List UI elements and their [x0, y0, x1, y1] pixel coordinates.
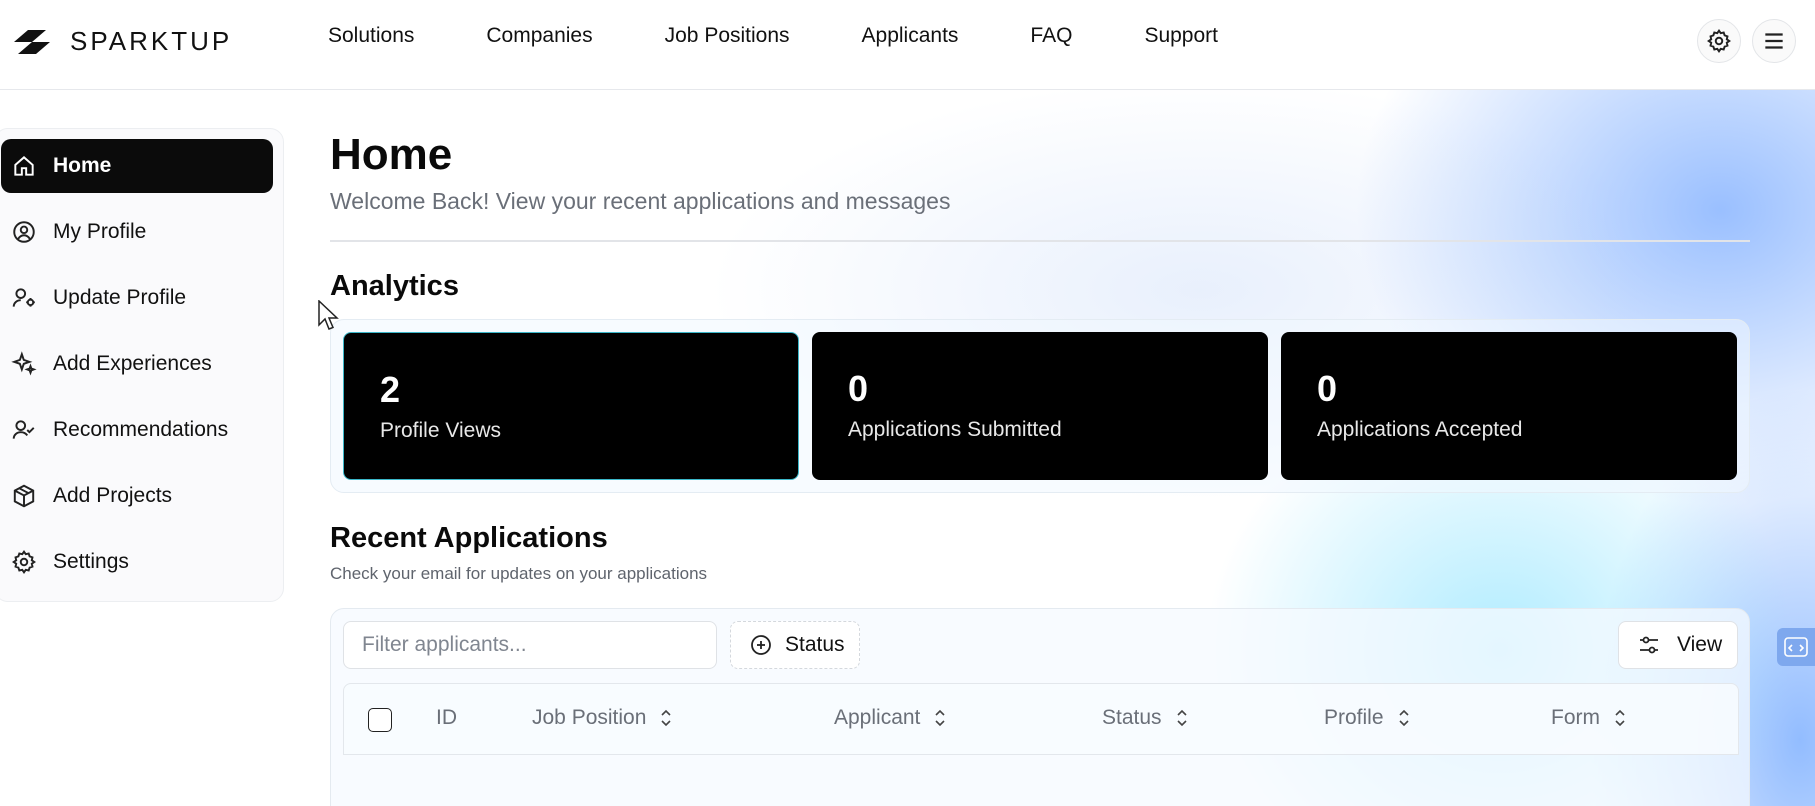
- column-header-form[interactable]: Form: [1551, 706, 1628, 730]
- user-check-icon: [12, 420, 35, 439]
- column-label: Form: [1551, 706, 1600, 729]
- user-cog-icon: [12, 288, 35, 307]
- analytics-title: Analytics: [330, 270, 459, 302]
- divider: [330, 240, 1750, 242]
- applications-table-panel: Status View ID Job Position Applicant: [330, 608, 1750, 806]
- top-header: SPARKTUP Solutions Companies Job Positio…: [0, 0, 1815, 90]
- nav-faq[interactable]: FAQ: [1030, 24, 1072, 48]
- stat-label: Applications Submitted: [848, 418, 1062, 441]
- sidebar-item-recommendations[interactable]: Recommendations: [1, 403, 273, 457]
- nav-job-positions[interactable]: Job Positions: [665, 24, 790, 48]
- sidebar-item-update-profile[interactable]: Update Profile: [1, 271, 273, 325]
- nav-solutions[interactable]: Solutions: [328, 24, 414, 48]
- sidebar-item-label: Recommendations: [53, 418, 229, 441]
- status-filter-label: Status: [785, 633, 845, 656]
- column-label: Status: [1102, 706, 1162, 729]
- sort-icon: [1398, 709, 1409, 727]
- gear-icon: [1707, 29, 1731, 53]
- sidebar-item-my-profile[interactable]: My Profile: [1, 205, 273, 259]
- column-label: ID: [436, 706, 457, 729]
- settings-button[interactable]: [1697, 19, 1741, 63]
- sidebar-item-add-experiences[interactable]: Add Experiences: [1, 337, 273, 391]
- sidebar-item-label: My Profile: [53, 220, 147, 243]
- select-all-checkbox[interactable]: [368, 708, 392, 732]
- sparktup-logo-icon: [14, 29, 50, 54]
- brand-logo[interactable]: SPARKTUP: [12, 26, 232, 57]
- sidebar-item-settings[interactable]: Settings: [1, 535, 273, 589]
- nav-applicants[interactable]: Applicants: [862, 24, 959, 48]
- nav-support[interactable]: Support: [1144, 24, 1218, 48]
- gear-icon: [12, 550, 36, 574]
- column-header-id[interactable]: ID: [436, 706, 457, 730]
- stat-card-applications-submitted[interactable]: 0 Applications Submitted: [812, 332, 1268, 480]
- column-label: Applicant: [834, 706, 921, 729]
- column-header-applicant[interactable]: Applicant: [834, 706, 948, 730]
- stat-card-profile-views[interactable]: 2 Profile Views: [343, 332, 799, 480]
- stat-value: 0: [848, 368, 869, 409]
- sidebar-item-home[interactable]: Home: [1, 139, 273, 193]
- main-nav: Solutions Companies Job Positions Applic…: [328, 24, 1290, 48]
- sort-icon: [661, 709, 671, 727]
- column-header-profile[interactable]: Profile: [1324, 706, 1412, 730]
- brand-name: SPARKTUP: [70, 26, 233, 56]
- recent-applications-title: Recent Applications: [330, 522, 608, 554]
- recent-applications-subtitle: Check your email for updates on your app…: [330, 564, 708, 583]
- sidebar-item-add-projects[interactable]: Add Projects: [1, 469, 273, 523]
- view-options-label: View: [1677, 633, 1723, 656]
- stat-label: Applications Accepted: [1317, 418, 1523, 441]
- stat-value: 2: [380, 369, 401, 410]
- page-subtitle: Welcome Back! View your recent applicati…: [330, 188, 951, 214]
- hamburger-menu-icon: [1765, 33, 1783, 49]
- package-icon: [13, 484, 35, 508]
- user-circle-icon: [13, 221, 35, 243]
- column-header-status[interactable]: Status: [1102, 706, 1190, 730]
- mouse-cursor-icon: [318, 300, 339, 330]
- status-filter-button[interactable]: Status: [730, 621, 860, 669]
- sidebar-item-label: Home: [53, 154, 112, 177]
- column-label: Job Position: [532, 706, 647, 729]
- sidebar-item-label: Add Projects: [53, 484, 173, 507]
- stat-card-applications-accepted[interactable]: 0 Applications Accepted: [1281, 332, 1737, 480]
- sort-icon: [935, 709, 945, 727]
- home-icon: [14, 156, 34, 176]
- sidebar-item-label: Settings: [53, 550, 129, 573]
- stat-label: Profile Views: [380, 419, 501, 442]
- plus-circle-icon: [751, 635, 771, 655]
- sidebar: Home My Profile Update Profile Add Exper…: [0, 128, 284, 602]
- sliders-icon: [1640, 636, 1658, 654]
- analytics-panel: 2 Profile Views 0 Applications Submitted…: [330, 319, 1750, 493]
- sidebar-item-label: Add Experiences: [53, 352, 212, 375]
- page-title: Home: [330, 130, 453, 179]
- sparkles-icon: [11, 351, 37, 376]
- menu-button[interactable]: [1752, 19, 1796, 63]
- sidebar-item-label: Update Profile: [53, 286, 187, 309]
- nav-companies[interactable]: Companies: [486, 24, 592, 48]
- floating-widget-tab[interactable]: [1777, 628, 1815, 666]
- code-icon: [1784, 637, 1808, 657]
- column-header-job-position[interactable]: Job Position: [532, 706, 674, 730]
- filter-applicants-input[interactable]: [343, 621, 717, 669]
- table-header: ID Job Position Applicant Status Profile…: [343, 683, 1739, 755]
- sort-icon: [1176, 709, 1187, 727]
- column-label: Profile: [1324, 706, 1384, 729]
- stat-value: 0: [1317, 368, 1338, 409]
- sort-icon: [1615, 709, 1625, 727]
- view-options-button[interactable]: View: [1618, 621, 1738, 669]
